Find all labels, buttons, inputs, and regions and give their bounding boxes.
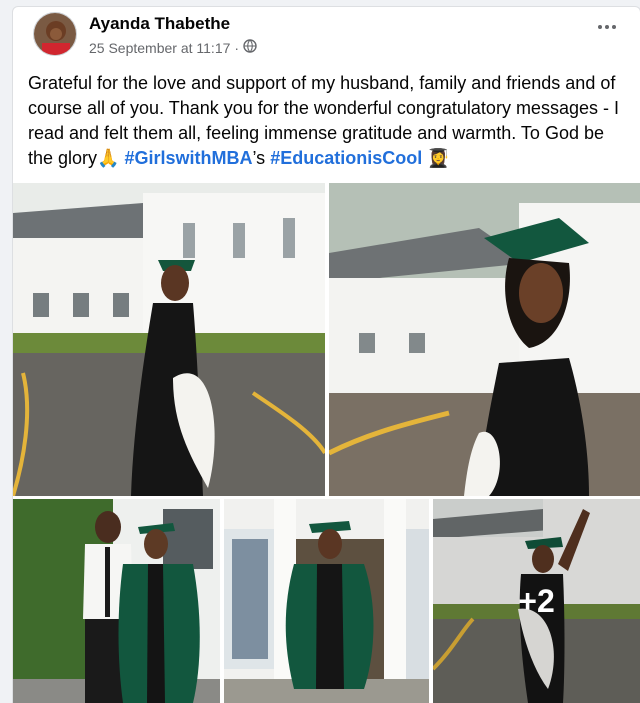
post-photo-4[interactable] bbox=[224, 499, 429, 703]
pray-emoji: 🙏 bbox=[97, 148, 120, 168]
meta-separator: · bbox=[234, 39, 240, 56]
post-photo-1[interactable] bbox=[13, 183, 325, 496]
post-photo-2[interactable] bbox=[329, 183, 640, 496]
hashtag-educationiscool[interactable]: #EducationisCool bbox=[270, 148, 422, 168]
post-meta: 25 September at 11:17 · bbox=[89, 39, 257, 56]
author-name[interactable]: Ayanda Thabethe bbox=[89, 14, 230, 34]
post-photo-5[interactable]: +2 bbox=[433, 499, 640, 703]
graduate-emoji: 👩‍🎓 bbox=[427, 148, 450, 168]
author-avatar[interactable] bbox=[33, 12, 77, 56]
post-photo-3[interactable] bbox=[13, 499, 220, 703]
more-options-button[interactable] bbox=[596, 19, 618, 35]
globe-icon bbox=[243, 39, 257, 56]
hashtag-suffix: ’s bbox=[252, 148, 266, 168]
post-card: Ayanda Thabethe 25 September at 11:17 · … bbox=[12, 6, 640, 703]
more-photos-count[interactable]: +2 bbox=[433, 499, 640, 703]
ellipsis-icon bbox=[598, 25, 616, 29]
hashtag-girlswithmba[interactable]: #GirlswithMBA bbox=[124, 148, 252, 168]
post-timestamp[interactable]: 25 September at 11:17 bbox=[89, 40, 230, 56]
post-text: Grateful for the love and support of my … bbox=[28, 71, 628, 171]
